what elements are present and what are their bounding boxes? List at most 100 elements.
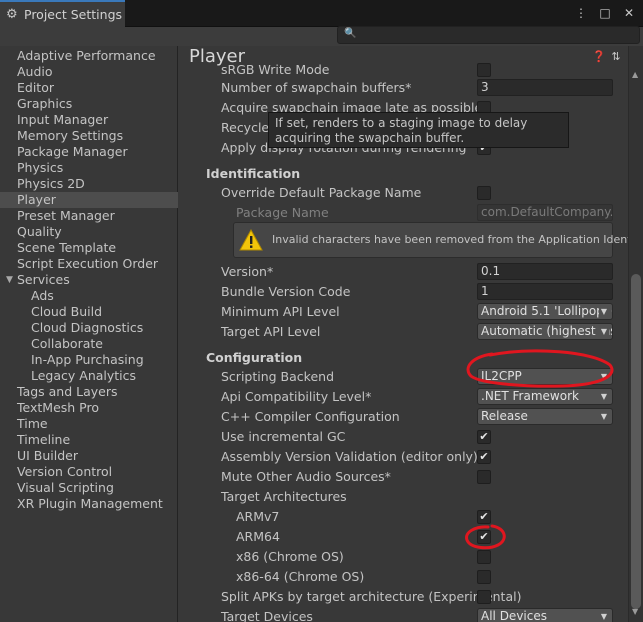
- sidebar-item[interactable]: Package Manager: [0, 144, 178, 160]
- sidebar-item[interactable]: ▼ Services: [0, 272, 178, 288]
- sidebar-item[interactable]: Script Execution Order: [0, 256, 178, 272]
- sidebar-item-label: Physics: [17, 160, 64, 175]
- setting-label: Bundle Version Code: [221, 284, 351, 299]
- dropdown-select[interactable]: Android 5.1 'Lollipop' (API level 22)▼: [477, 303, 613, 320]
- checkbox[interactable]: [477, 186, 491, 200]
- close-icon[interactable]: ✕: [623, 5, 635, 21]
- checkbox[interactable]: [477, 470, 491, 484]
- sidebar-item[interactable]: XR Plugin Management: [0, 496, 178, 512]
- maximize-icon[interactable]: □: [599, 5, 611, 21]
- text-field[interactable]: 0.1: [477, 263, 613, 280]
- setting-row: Assembly Version Validation (editor only…: [179, 447, 628, 467]
- text-field[interactable]: 1: [477, 283, 613, 300]
- sidebar-item-label: Audio: [17, 64, 53, 79]
- sidebar-item[interactable]: Cloud Build: [0, 304, 178, 320]
- dropdown-value: Release: [481, 409, 528, 423]
- checkbox[interactable]: [477, 570, 491, 584]
- checkbox[interactable]: [477, 590, 491, 604]
- window-titlebar: ⚙ Project Settings ⋮ □ ✕: [0, 0, 643, 27]
- setting-label: ARMv7: [236, 509, 280, 524]
- checkbox[interactable]: ✔: [477, 450, 491, 464]
- sidebar-item[interactable]: Ads: [0, 288, 178, 304]
- setting-label: Version*: [221, 264, 274, 279]
- setting-label: Override Default Package Name: [221, 185, 422, 200]
- sidebar-item-label: Tags and Layers: [17, 384, 118, 399]
- setting-label: Target Devices: [221, 609, 313, 622]
- sidebar-item[interactable]: Physics 2D: [0, 176, 178, 192]
- sidebar-item[interactable]: Audio: [0, 64, 178, 80]
- chevron-down-icon: ▼: [599, 369, 609, 384]
- setting-label: Mute Other Audio Sources*: [221, 469, 391, 484]
- project-settings-tab[interactable]: ⚙ Project Settings: [0, 0, 125, 27]
- warning-box: Invalid characters have been removed fro…: [233, 222, 628, 258]
- sidebar-item-label: Preset Manager: [17, 208, 115, 223]
- setting-label: Number of swapchain buffers*: [221, 80, 412, 95]
- checkbox[interactable]: [477, 550, 491, 564]
- dropdown-select[interactable]: IL2CPP ▼: [477, 368, 613, 385]
- sidebar-item-label: Scene Template: [17, 240, 117, 255]
- sidebar-item[interactable]: In-App Purchasing: [0, 352, 178, 368]
- sidebar-item[interactable]: Graphics: [0, 96, 178, 112]
- setting-row: Target Architectures: [179, 487, 628, 507]
- setting-row: Mute Other Audio Sources*: [179, 467, 628, 487]
- menu-dots-icon[interactable]: ⋮: [575, 5, 587, 21]
- sidebar-item[interactable]: Tags and Layers: [0, 384, 178, 400]
- setting-row: Number of swapchain buffers* 3: [179, 78, 628, 98]
- dropdown-value: Android 5.1 'Lollipop' (API level 22): [481, 304, 612, 318]
- checkmark-icon: ✔: [479, 450, 489, 463]
- sidebar-item-label: Script Execution Order: [17, 256, 159, 271]
- sidebar-item[interactable]: Memory Settings: [0, 128, 178, 144]
- setting-label: Api Compatibility Level*: [221, 389, 372, 404]
- sidebar-item[interactable]: Input Manager: [0, 112, 178, 128]
- scrollbar-thumb[interactable]: [631, 274, 641, 609]
- sidebar-item[interactable]: Timeline: [0, 432, 178, 448]
- setting-label: Scripting Backend: [221, 369, 335, 384]
- sidebar-item-label: Physics 2D: [17, 176, 85, 191]
- sidebar-item[interactable]: Time: [0, 416, 178, 432]
- dropdown-select[interactable]: All Devices ▼: [477, 608, 613, 622]
- sidebar-item[interactable]: TextMesh Pro: [0, 400, 178, 416]
- setting-label: sRGB Write Mode: [221, 62, 330, 77]
- sidebar-item[interactable]: Editor: [0, 80, 178, 96]
- checkbox[interactable]: [477, 63, 491, 77]
- sidebar-item[interactable]: Player: [0, 192, 178, 208]
- sidebar-item[interactable]: Preset Manager: [0, 208, 178, 224]
- sidebar-item[interactable]: Visual Scripting: [0, 480, 178, 496]
- dropdown-select[interactable]: .NET Framework ▼: [477, 388, 613, 405]
- setting-row: x86 (Chrome OS): [179, 547, 628, 567]
- sidebar-item-label: Collaborate: [31, 336, 103, 351]
- sidebar-item[interactable]: Physics: [0, 160, 178, 176]
- setting-row: Scripting Backend IL2CPP ▼: [179, 367, 628, 387]
- expand-arrow-icon[interactable]: ▼: [6, 272, 13, 288]
- setting-row: Minimum API Level Android 5.1 'Lollipop' …: [179, 302, 628, 322]
- dropdown-value: All Devices: [481, 609, 547, 622]
- checkbox[interactable]: ✔: [477, 430, 491, 444]
- checkbox[interactable]: ✔: [477, 530, 491, 544]
- setting-row: Bundle Version Code 1: [179, 282, 628, 302]
- vertical-scrollbar[interactable]: ▲ ▼: [628, 46, 643, 622]
- setting-label: Minimum API Level: [221, 304, 340, 319]
- sidebar-item-label: Memory Settings: [17, 128, 124, 143]
- dropdown-value: IL2CPP: [481, 369, 522, 383]
- text-field[interactable]: 3: [477, 79, 613, 96]
- sidebar-item[interactable]: Quality: [0, 224, 178, 240]
- sidebar-item[interactable]: Legacy Analytics: [0, 368, 178, 384]
- dropdown-value: Automatic (highest installed): [481, 324, 612, 338]
- sidebar-item-label: UI Builder: [17, 448, 79, 463]
- chevron-down-icon: ▼: [599, 409, 609, 424]
- setting-row: ARMv7 ✔: [179, 507, 628, 527]
- scroll-up-icon[interactable]: ▲: [632, 70, 638, 79]
- sidebar-item[interactable]: UI Builder: [0, 448, 178, 464]
- checkbox[interactable]: ✔: [477, 510, 491, 524]
- sidebar-item[interactable]: Scene Template: [0, 240, 178, 256]
- dropdown-select[interactable]: Release ▼: [477, 408, 613, 425]
- setting-row: Version* 0.1: [179, 262, 628, 282]
- setting-row: x86-64 (Chrome OS): [179, 567, 628, 587]
- sidebar-item[interactable]: Version Control: [0, 464, 178, 480]
- scroll-down-icon[interactable]: ▼: [632, 607, 638, 616]
- sidebar-item[interactable]: Collaborate: [0, 336, 178, 352]
- search-input[interactable]: 🔍: [337, 26, 640, 44]
- sidebar-item[interactable]: Cloud Diagnostics: [0, 320, 178, 336]
- dropdown-select[interactable]: Automatic (highest installed)▼: [477, 323, 613, 340]
- sidebar-item[interactable]: Adaptive Performance: [0, 48, 178, 64]
